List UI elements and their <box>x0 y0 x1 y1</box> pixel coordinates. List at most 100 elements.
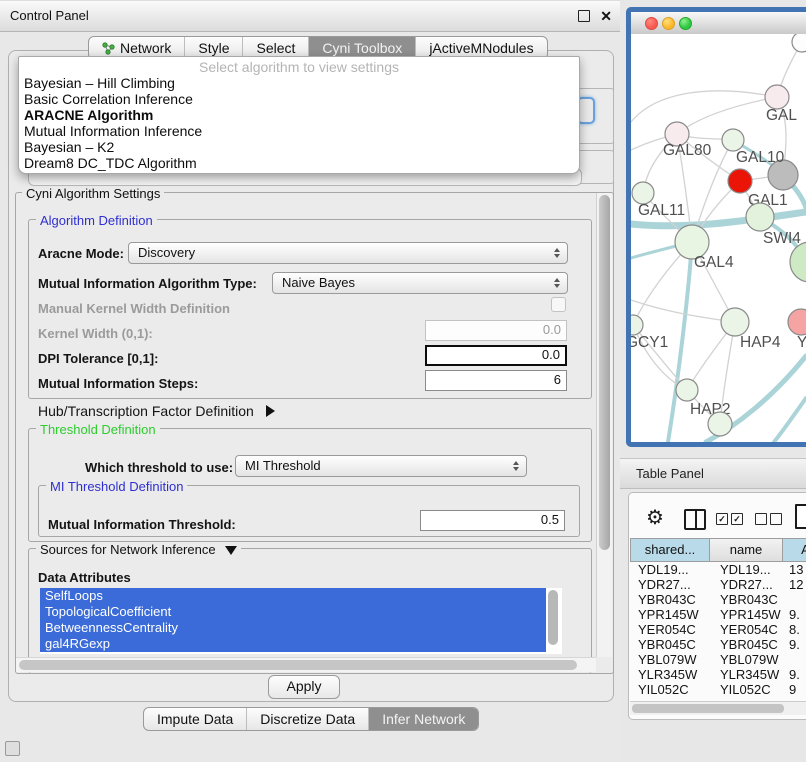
table-cell <box>783 592 806 607</box>
table-column-header[interactable]: shared... <box>630 538 710 562</box>
network-node[interactable] <box>708 412 732 436</box>
algorithm-option[interactable]: Basic Correlation Inference <box>19 91 579 107</box>
apply-button[interactable]: Apply <box>268 675 340 699</box>
unchecked-checkbox-icon[interactable] <box>770 513 782 525</box>
kernel-width-field[interactable]: 0.0 <box>425 320 567 341</box>
table-row[interactable]: YPR145WYPR145W9. <box>630 607 806 622</box>
table-row[interactable]: YER054CYER054C8. <box>630 622 806 637</box>
table-row[interactable]: YBL079WYBL079W <box>630 652 806 667</box>
checked-checkbox-icon[interactable]: ✓ <box>731 513 743 525</box>
which-threshold-value: MI Threshold <box>245 458 321 473</box>
threshold-definition-title: Threshold Definition <box>36 422 160 437</box>
data-attributes-label: Data Attributes <box>38 570 131 585</box>
gear-icon[interactable]: ⚙ <box>646 505 664 530</box>
attributes-list-scrollbar[interactable] <box>548 590 558 645</box>
data-attribute-item[interactable]: gal4RGexp <box>40 636 546 652</box>
settings-horizontal-scrollbar-thumb[interactable] <box>19 660 577 670</box>
mi-threshold-definition-title: MI Threshold Definition <box>46 479 187 494</box>
network-icon <box>102 42 115 55</box>
sources-title-label: Sources for Network Inference <box>40 542 216 557</box>
settings-vertical-scrollbar-thumb[interactable] <box>599 195 610 550</box>
network-node-hap4[interactable] <box>721 308 749 336</box>
dpi-tolerance-field[interactable]: 0.0 <box>425 345 567 366</box>
sources-group-title[interactable]: Sources for Network Inference <box>36 542 241 557</box>
split-columns-icon[interactable] <box>684 509 706 530</box>
node-label: GAL80 <box>663 142 712 159</box>
algorithm-option[interactable]: ARACNE Algorithm <box>19 107 579 123</box>
network-node[interactable] <box>722 129 744 151</box>
table-row[interactable]: YLR345WYLR345W9. <box>630 667 806 682</box>
table-row[interactable]: YBR043CYBR043C <box>630 592 806 607</box>
tab-infer-network[interactable]: Infer Network <box>368 708 478 730</box>
table-cell: YIL052C <box>710 682 783 697</box>
network-edge[interactable] <box>677 97 777 134</box>
data-attribute-item[interactable]: TopologicalCoefficient <box>40 604 546 620</box>
table-row[interactable]: YBR045CYBR045C9. <box>630 637 806 652</box>
kernel-width-label: Kernel Width (0,1): <box>38 326 153 341</box>
bottom-tab-strip: Impute Data Discretize Data Infer Network <box>143 707 479 731</box>
algorithm-dropdown-items: Bayesian – Hill ClimbingBasic Correlatio… <box>19 75 579 171</box>
which-threshold-combobox[interactable]: MI Threshold <box>235 455 527 477</box>
network-node[interactable] <box>792 34 806 52</box>
network-node-gal[interactable] <box>765 85 789 109</box>
minimize-traffic-light-icon[interactable] <box>662 17 675 30</box>
network-node-gal11[interactable] <box>632 182 654 204</box>
settings-horizontal-scrollbar[interactable] <box>16 657 596 672</box>
float-window-icon[interactable] <box>578 10 590 22</box>
tab-impute-data[interactable]: Impute Data <box>144 708 246 730</box>
network-node-gcy1[interactable] <box>631 315 643 335</box>
mi-algorithm-type-label: Mutual Information Algorithm Type: <box>38 276 257 291</box>
table-column-header[interactable]: A <box>783 538 806 562</box>
table-row[interactable]: YDL19...YDL19...13 <box>630 562 806 577</box>
aracne-mode-combobox[interactable]: Discovery <box>128 242 568 264</box>
network-edge[interactable] <box>774 398 806 442</box>
network-edge[interactable] <box>631 91 777 122</box>
close-icon[interactable]: ✕ <box>600 6 612 26</box>
unchecked-checkbox-icon[interactable] <box>755 513 767 525</box>
algorithm-dropdown-placeholder: Select algorithm to view settings <box>19 57 579 75</box>
data-attribute-item[interactable]: SelfLoops <box>40 588 546 604</box>
network-canvas[interactable]: GALGAL80GAL10GAL1GAL11SWI4GAL4GCY1HAP4YH… <box>631 34 806 442</box>
table-cell <box>783 652 806 667</box>
network-node-swi4[interactable] <box>746 203 774 231</box>
node-label: HAP4 <box>740 334 781 351</box>
tab-discretize-data[interactable]: Discretize Data <box>246 708 368 730</box>
table-panel-title: Table Panel <box>636 459 704 488</box>
table-cell: 8. <box>783 622 806 637</box>
panel-corner-icon[interactable] <box>5 741 20 756</box>
table-cell: YBR043C <box>710 592 783 607</box>
manual-kernel-width-checkbox[interactable] <box>551 297 566 312</box>
settings-vertical-scrollbar[interactable] <box>596 193 612 657</box>
algorithm-option[interactable]: Dream8 DC_TDC Algorithm <box>19 155 579 171</box>
network-node-gal1[interactable] <box>728 169 752 193</box>
mi-threshold-field[interactable]: 0.5 <box>420 510 565 531</box>
mi-steps-field[interactable]: 6 <box>425 370 567 391</box>
tab-label: Discretize Data <box>260 709 355 730</box>
table-header-row: shared...nameA <box>630 538 806 562</box>
table-cell: 13 <box>783 562 806 577</box>
algorithm-option[interactable]: Bayesian – Hill Climbing <box>19 75 579 91</box>
network-edge[interactable] <box>668 242 692 442</box>
table-panel-titlebar: Table Panel <box>620 458 806 489</box>
network-node[interactable] <box>790 242 806 282</box>
mi-algorithm-type-combobox[interactable]: Naive Bayes <box>272 272 568 294</box>
algorithm-option[interactable]: Bayesian – K2 <box>19 139 579 155</box>
hub-definition-expander[interactable]: Hub/Transcription Factor Definition <box>38 403 275 419</box>
spinner-arrows-icon <box>513 461 519 471</box>
table-cell: 9. <box>783 607 806 622</box>
close-traffic-light-icon[interactable] <box>645 17 658 30</box>
document-icon[interactable] <box>795 504 806 529</box>
zoom-traffic-light-icon[interactable] <box>679 17 692 30</box>
checked-checkbox-icon[interactable]: ✓ <box>716 513 728 525</box>
table-horizontal-scrollbar[interactable] <box>630 701 806 715</box>
network-node-y[interactable] <box>788 309 806 335</box>
algorithm-option[interactable]: Mutual Information Inference <box>19 123 579 139</box>
network-window-titlebar[interactable] <box>631 12 806 35</box>
table-horizontal-scrollbar-thumb[interactable] <box>632 704 784 713</box>
network-node-hap2[interactable] <box>676 379 698 401</box>
table-column-header[interactable]: name <box>710 538 783 562</box>
data-attribute-item[interactable]: BetweennessCentrality <box>40 620 546 636</box>
table-row[interactable]: YDR27...YDR27...12 <box>630 577 806 592</box>
table-row[interactable]: YIL052CYIL052C9 <box>630 682 806 697</box>
data-attributes-list: SelfLoopsTopologicalCoefficientBetweenne… <box>40 588 562 654</box>
